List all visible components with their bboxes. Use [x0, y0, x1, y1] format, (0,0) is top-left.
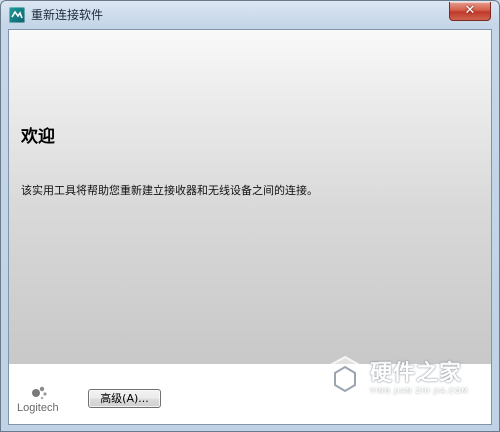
watermark-hexagon-icon: [326, 355, 364, 403]
title-bar[interactable]: 重新连接软件 ✕: [1, 1, 499, 28]
dialog-window: 重新连接软件 ✕ 欢迎 该实用工具将帮助您重新建立接收器和无线设备之间的连接。 …: [0, 0, 500, 432]
close-button[interactable]: ✕: [449, 2, 491, 21]
close-icon: ✕: [464, 3, 476, 18]
logitech-app-icon: [9, 7, 25, 23]
watermark-subtitle: YING JIAN ZHI JIA.COM: [370, 387, 469, 395]
welcome-description: 该实用工具将帮助您重新建立接收器和无线设备之间的连接。: [21, 184, 318, 197]
logitech-logo-text: Logitech: [17, 402, 59, 414]
site-watermark: 硬件之家 YING JIAN ZHI JIA.COM: [324, 353, 489, 409]
welcome-panel: 欢迎 该实用工具将帮助您重新建立接收器和无线设备之间的连接。: [9, 30, 491, 364]
logitech-logo-icon: [32, 386, 47, 400]
page-title: 欢迎: [21, 127, 55, 147]
logitech-logo: Logitech: [17, 384, 73, 420]
advanced-button[interactable]: 高级(A)...: [88, 389, 161, 408]
watermark-title: 硬件之家: [370, 361, 463, 386]
window-title: 重新连接软件: [31, 8, 104, 22]
